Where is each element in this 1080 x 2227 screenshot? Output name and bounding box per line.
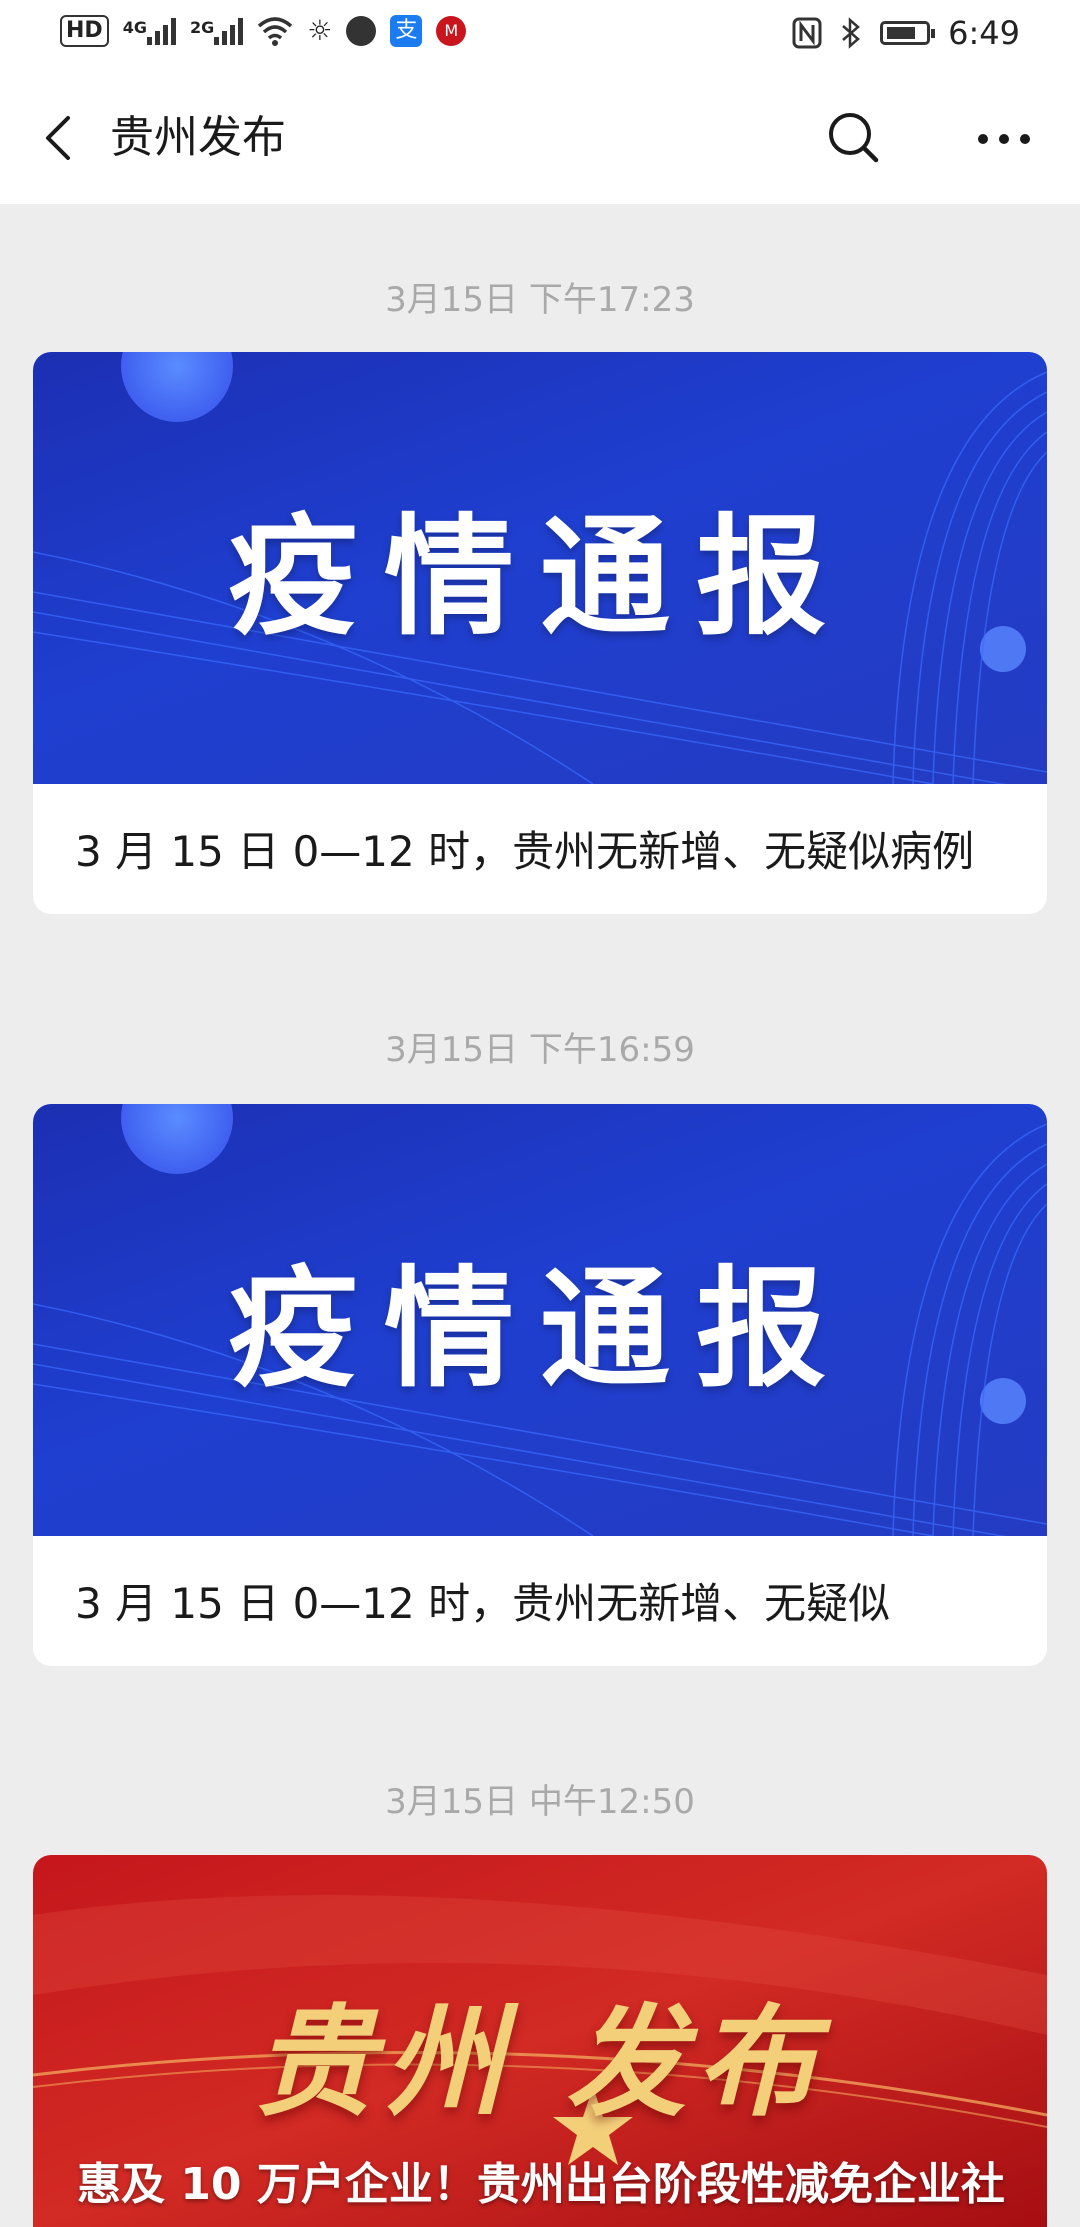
signal-4g-label: 4G — [122, 17, 147, 37]
signal-2g-label: 2G — [189, 17, 215, 37]
article-title: 惠及 10 万户企业！贵州出台阶段性减免企业社 — [77, 2159, 1005, 2210]
more-icon[interactable] — [976, 132, 1032, 146]
signal-2g-icon: 2G — [189, 17, 244, 45]
message-timestamp: 3月15日 下午16:59 — [385, 1030, 695, 1070]
brightness-icon: ☼ — [307, 14, 333, 47]
hd-icon: HD — [60, 14, 109, 47]
location-app-icon — [346, 15, 377, 46]
article-cover-image: 疫情通报 — [33, 1104, 1047, 1536]
article-cover-image: 贵州 发布 惠及 10 万户企业！贵州出台阶段性减免企业社 — [33, 1855, 1047, 2227]
article-title: 3 月 15 日 0—12 时，贵州无新增、无疑似 — [75, 1579, 891, 1628]
article-title: 3 月 15 日 0—12 时，贵州无新增、无疑似病例 — [75, 827, 975, 876]
alipay-icon: 支 — [390, 14, 423, 47]
page-title: 贵州发布 — [110, 112, 286, 163]
cover-brand-logo: 贵州 发布 — [254, 1994, 826, 2133]
status-bar: HD 4G 2G ☼ 支 M 6:49 — [0, 0, 1080, 72]
status-left: HD 4G 2G ☼ 支 M — [60, 14, 467, 47]
status-time: 6:49 — [948, 14, 1020, 52]
cover-title: 疫情通报 — [227, 501, 852, 653]
search-icon[interactable] — [826, 110, 882, 166]
cmb-app-icon: M — [436, 15, 467, 46]
status-right: 6:49 — [792, 14, 1020, 52]
article-card[interactable]: 疫情通报 3 月 15 日 0—12 时，贵州无新增、无疑似 — [33, 1104, 1047, 1666]
wifi-icon — [258, 16, 293, 46]
message-timestamp: 3月15日 下午17:23 — [385, 280, 695, 320]
article-card[interactable]: 疫情通报 3 月 15 日 0—12 时，贵州无新增、无疑似病例 — [33, 352, 1047, 914]
cover-title: 疫情通报 — [227, 1253, 852, 1405]
nav-bar: 贵州发布 — [0, 72, 1080, 204]
message-timestamp: 3月15日 中午12:50 — [385, 1782, 695, 1822]
signal-4g-icon: 4G — [123, 17, 176, 45]
article-card[interactable]: 贵州 发布 惠及 10 万户企业！贵州出台阶段性减免企业社 — [33, 1855, 1047, 2227]
battery-icon — [880, 21, 936, 45]
back-icon[interactable] — [38, 112, 82, 164]
bluetooth-icon — [842, 17, 861, 49]
article-cover-image: 疫情通报 — [33, 352, 1047, 784]
nfc-icon — [792, 17, 822, 49]
